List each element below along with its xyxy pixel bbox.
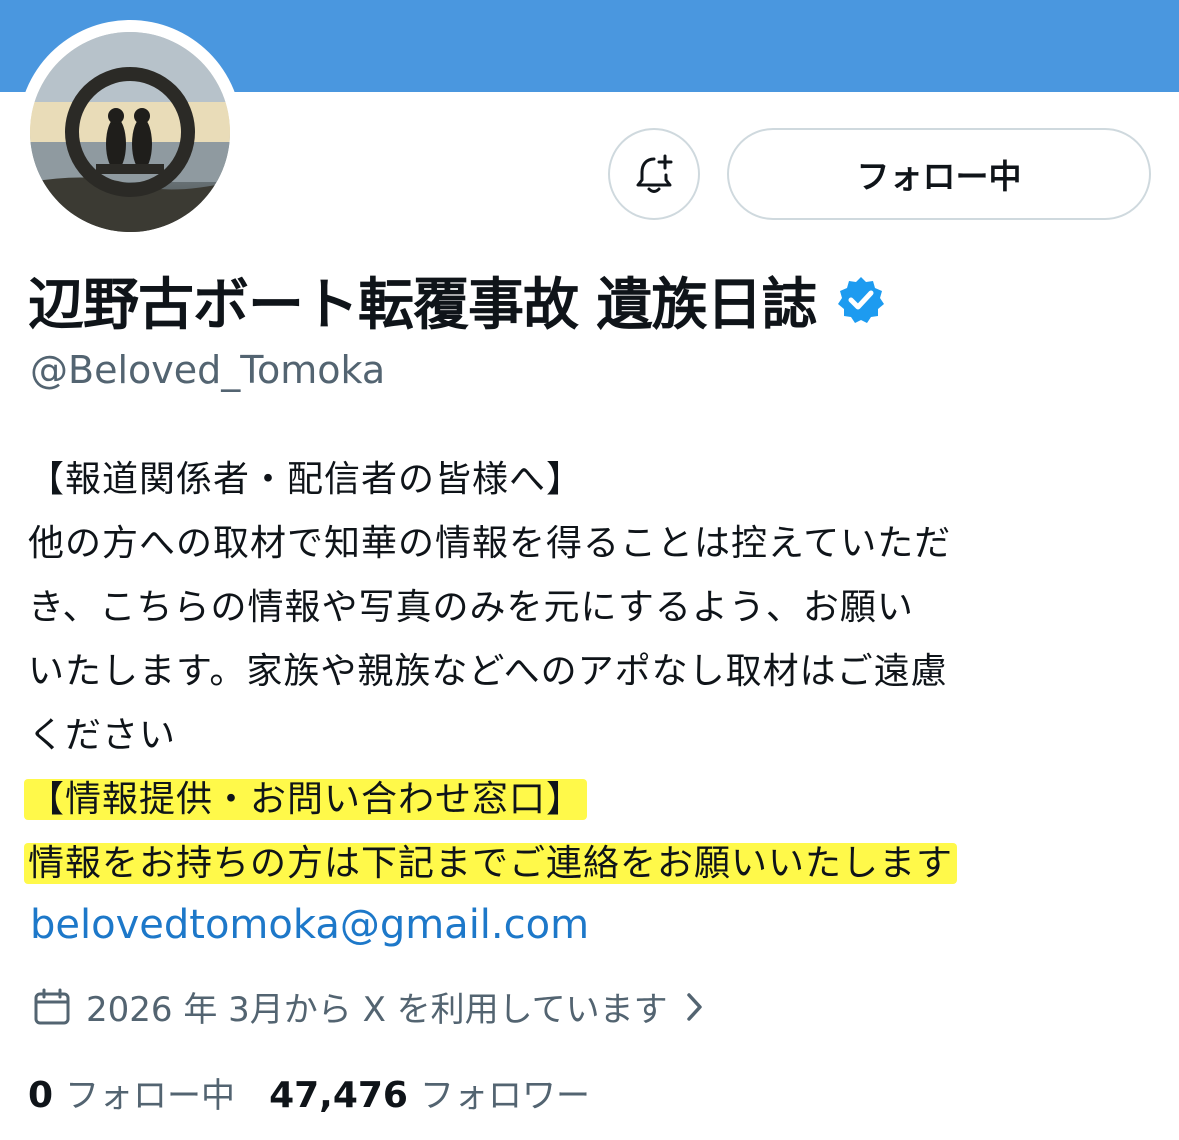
following-button[interactable]: フォロー中 [727, 128, 1151, 220]
followers-count-link[interactable]: 47,476 フォロワー [269, 1068, 590, 1117]
bio-line: き、こちらの情報や写真のみを元にするよう、お願い [28, 587, 914, 628]
display-name-row: 辺野古ボート転覆事故 遺族日誌 [28, 262, 887, 338]
verified-badge-icon[interactable] [835, 274, 887, 326]
followers-label: フォロワー [419, 1076, 590, 1116]
following-label: フォロー中 [65, 1076, 236, 1116]
bio-line: いたします。家族や親族などへのアポなし取材はご遠慮 [28, 651, 948, 692]
bio-line: 他の方への取材で知華の情報を得ることは控えていただ [28, 523, 952, 564]
joined-date-text: 2026 年 3月から X を利用しています [86, 990, 668, 1030]
highlighted-text: 情報をお持ちの方は下記までご連絡をお願いいたします [24, 843, 958, 884]
bell-plus-icon [636, 154, 673, 193]
avatar[interactable] [30, 32, 230, 232]
email-link[interactable]: belovedtomoka@gmail.com [30, 902, 589, 948]
notification-button[interactable] [608, 128, 700, 220]
avatar-photo [30, 32, 230, 232]
user-handle: @Beloved_Tomoka [30, 348, 386, 392]
calendar-icon [34, 988, 70, 1024]
following-count-link[interactable]: 0 フォロー中 [28, 1068, 235, 1117]
follow-counts: 0 フォロー中 47,476 フォロワー [28, 1068, 590, 1117]
bio-line: ください [28, 715, 177, 756]
display-name: 辺野古ボート転覆事故 遺族日誌 [28, 272, 817, 338]
chevron-right-icon [686, 992, 702, 1021]
joined-date-row[interactable]: 2026 年 3月から X を利用しています [32, 982, 706, 1031]
bio-highlighted-line: 情報をお持ちの方は下記までご連絡をお願いいたします [24, 832, 1158, 896]
highlighted-text: 【情報提供・お問い合わせ窓口】 [24, 779, 588, 820]
following-count: 0 [28, 1075, 54, 1116]
bio-line: 【報道関係者・配信者の皆様へ】 [28, 459, 584, 500]
followers-count: 47,476 [269, 1075, 408, 1116]
profile-bio: 【報道関係者・配信者の皆様へ】 他の方への取材で知華の情報を得ることは控えていた… [24, 448, 1158, 896]
bio-highlighted-line: 【情報提供・お問い合わせ窓口】 [24, 768, 1158, 832]
